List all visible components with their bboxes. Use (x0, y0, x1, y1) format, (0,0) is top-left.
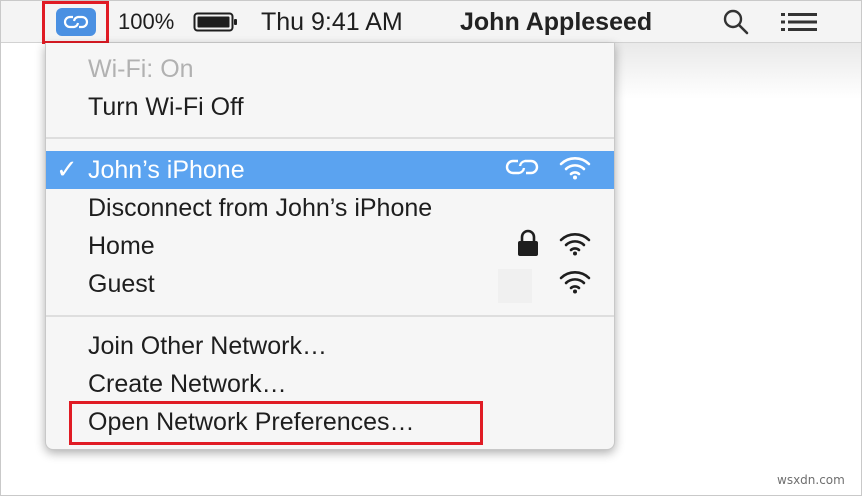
wifi-icon (558, 230, 592, 263)
hotspot-link-icon (504, 155, 540, 186)
lock-icon (516, 228, 540, 265)
watermark-text: wsxdn.com (777, 473, 845, 487)
network-name-label: John’s iPhone (88, 155, 245, 184)
menu-item-wifi-status: Wi-Fi: On (46, 50, 614, 88)
menu-separator (46, 315, 614, 317)
menu-separator (46, 137, 614, 139)
disconnect-label: Disconnect from John’s iPhone (88, 193, 433, 222)
join-other-network-label: Join Other Network… (88, 331, 327, 360)
fast-user-switch-name[interactable]: John Appleseed (460, 1, 652, 43)
checkmark-icon: ✓ (56, 154, 78, 184)
wifi-status-label: Wi-Fi: On (88, 54, 194, 83)
menu-bar: 100% Thu 9:41 AM John Appleseed (1, 1, 861, 43)
network-name-label: Guest (88, 269, 155, 298)
menu-item-network-guest[interactable]: Guest (46, 265, 614, 303)
personal-hotspot-icon (56, 8, 96, 36)
menu-item-open-network-preferences[interactable]: Open Network Preferences… (46, 403, 614, 441)
network-name-label: Home (88, 231, 155, 260)
notification-list-icon[interactable] (779, 1, 819, 43)
create-network-label: Create Network… (88, 369, 287, 398)
open-network-preferences-label: Open Network Preferences… (88, 407, 415, 436)
menu-item-disconnect[interactable]: Disconnect from John’s iPhone (46, 189, 614, 227)
wifi-dropdown-menu: Wi-Fi: On Turn Wi-Fi Off ✓ John’s iPhone (45, 43, 615, 450)
wifi-icon (558, 154, 592, 187)
menu-item-join-other-network[interactable]: Join Other Network… (46, 327, 614, 365)
turn-wifi-off-label: Turn Wi-Fi Off (88, 92, 244, 121)
battery-percentage: 100% (118, 9, 175, 34)
battery-full-icon[interactable] (193, 1, 239, 43)
wifi-icon (558, 268, 592, 301)
menu-item-network-johns-iphone[interactable]: ✓ John’s iPhone (46, 151, 614, 189)
hotspot-menu-extra[interactable] (45, 1, 107, 43)
menu-item-turn-wifi-off[interactable]: Turn Wi-Fi Off (46, 88, 614, 126)
magnifier-icon[interactable] (719, 1, 753, 43)
menu-item-create-network[interactable]: Create Network… (46, 365, 614, 403)
menu-item-network-home[interactable]: Home (46, 227, 614, 265)
menu-bar-shadow (614, 43, 861, 99)
menubar-clock[interactable]: Thu 9:41 AM (261, 1, 403, 43)
